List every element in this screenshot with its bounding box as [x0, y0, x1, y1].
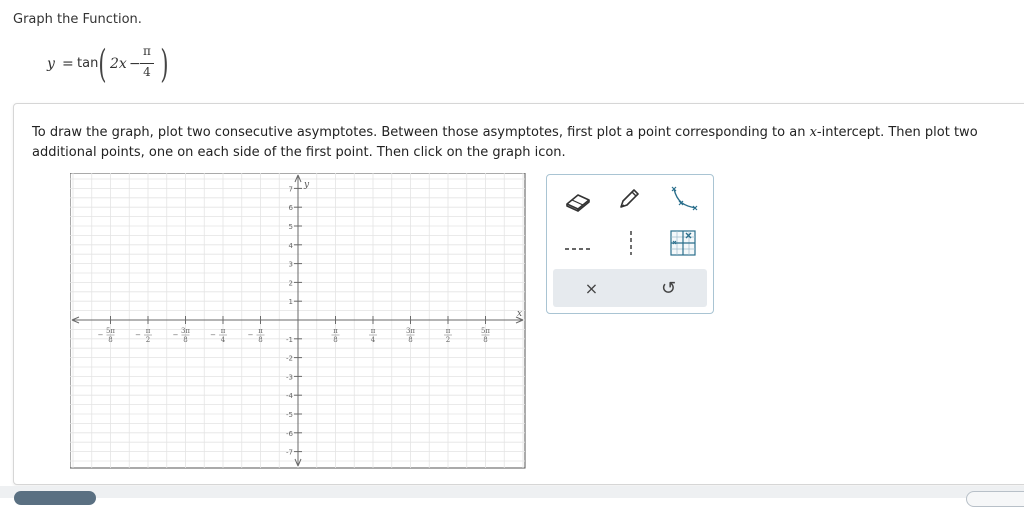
x-tick-numerator: π [371, 327, 376, 335]
right-paren: ) [160, 42, 169, 86]
dashed-horizontal-line-icon [565, 248, 591, 250]
x-tick-sign: − [135, 331, 141, 339]
action-bar: × ↺ [553, 269, 707, 307]
instructions-part-1: To draw the graph, plot two consecutive … [32, 125, 810, 140]
y-tick-label: -3 [286, 373, 293, 381]
x-tick-denominator: 4 [371, 336, 376, 344]
y-tick-label: -5 [286, 411, 293, 419]
fraction-numerator: π [143, 44, 151, 58]
bottom-bar [0, 486, 1024, 498]
y-tick-label: -6 [286, 430, 294, 438]
x-tick-numerator: π [333, 327, 338, 335]
tangent-curve-icon [671, 186, 698, 211]
x-tick-denominator: 8 [408, 336, 412, 344]
equation-minus: − [129, 56, 141, 72]
equation-function: tan [77, 56, 99, 71]
instructions-text: To draw the graph, plot two consecutive … [32, 123, 982, 163]
x-axis-label: x [517, 309, 522, 319]
pencil-icon [620, 189, 639, 208]
check-button[interactable] [966, 491, 1024, 507]
x-tick-numerator: 3π [181, 327, 190, 335]
y-tick-label: 5 [289, 223, 293, 231]
x-tick-denominator: 8 [108, 336, 112, 344]
y-tick-label: -2 [286, 355, 293, 363]
x-tick-denominator: 8 [258, 336, 262, 344]
x-tick-numerator: π [258, 327, 263, 335]
eraser-icon [566, 194, 590, 212]
y-tick-label: 7 [289, 185, 293, 193]
left-paren: ( [98, 42, 107, 86]
x-tick-sign: − [173, 331, 179, 339]
horizontal-asymptote-tool[interactable] [560, 229, 596, 261]
y-tick-label: -1 [286, 336, 293, 344]
y-tick-label: 3 [289, 261, 293, 269]
eraser-tool[interactable] [560, 185, 596, 217]
x-tick-denominator: 8 [333, 336, 337, 344]
x-tick-sign: − [210, 331, 216, 339]
vertical-asymptote-tool[interactable] [613, 227, 649, 259]
page-title: Graph the Function. [13, 12, 142, 27]
x-tick-denominator: 2 [146, 336, 150, 344]
fraction-denominator: 4 [143, 65, 151, 79]
undo-button[interactable]: ↺ [630, 269, 707, 307]
y-axis-label: y [303, 180, 310, 190]
y-tick-label: 1 [289, 298, 293, 306]
pencil-tool[interactable] [611, 183, 647, 215]
x-tick-denominator: 8 [183, 336, 187, 344]
x-tick-denominator: 8 [483, 336, 487, 344]
x-tick-sign: − [98, 331, 104, 339]
explanation-button[interactable] [14, 491, 96, 505]
x-tick-numerator: π [221, 327, 226, 335]
equation-lhs: y [47, 56, 55, 72]
graph-toolbox: × ↺ [546, 174, 714, 314]
equation-equals: = [62, 56, 74, 72]
dashed-vertical-line-icon [630, 231, 632, 255]
x-tick-numerator: π [446, 327, 451, 335]
y-tick-label: 6 [289, 204, 294, 212]
equation-arg: 2x [110, 56, 127, 72]
x-tick-sign: − [248, 331, 254, 339]
y-tick-label: 2 [289, 279, 293, 287]
x-tick-numerator: 3π [406, 327, 415, 335]
fraction-bar [140, 63, 154, 64]
x-tick-numerator: 5π [481, 327, 490, 335]
graph-grid-icon [670, 230, 696, 256]
clear-button[interactable]: × [553, 269, 630, 307]
x-tick-denominator: 4 [221, 336, 226, 344]
x-tick-numerator: 5π [106, 327, 115, 335]
y-tick-label: 4 [289, 242, 294, 250]
tangent-curve-tool[interactable] [665, 183, 701, 215]
x-tick-numerator: π [146, 327, 151, 335]
y-tick-label: -4 [286, 392, 294, 400]
instructions-variable: x [809, 125, 817, 140]
graph-area[interactable]: 5π8− π2− 3π8− π4− π8− π8π43π8π25π8 7654321-1-… [70, 173, 526, 469]
y-tick-label: -7 [286, 449, 293, 457]
graph-tool[interactable] [665, 227, 701, 259]
x-tick-denominator: 2 [446, 336, 450, 344]
